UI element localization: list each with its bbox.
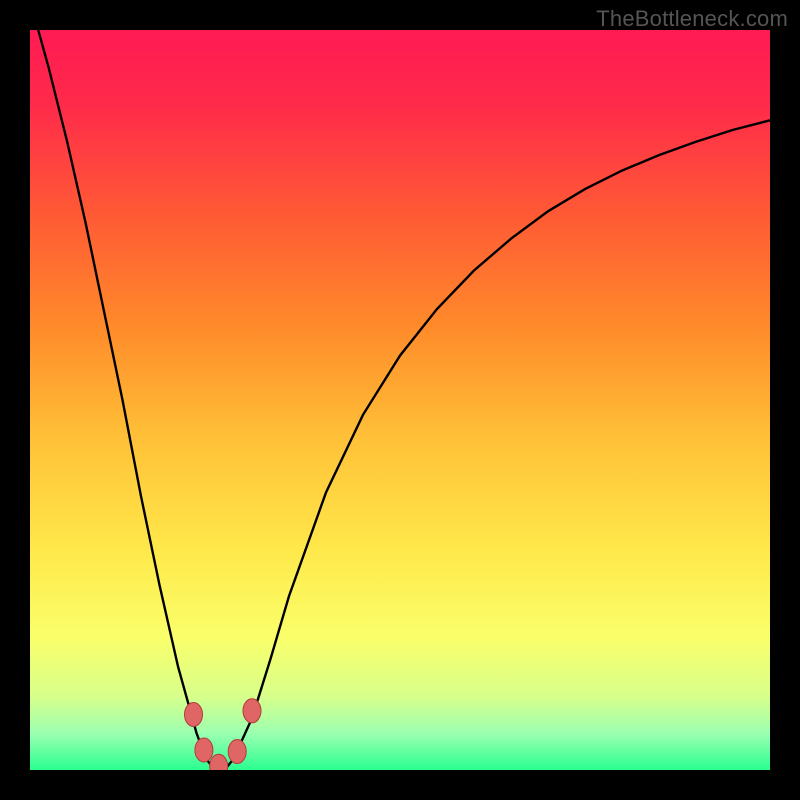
chart-frame: TheBottleneck.com — [0, 0, 800, 800]
marker-dot — [243, 699, 261, 723]
marker-dot — [195, 738, 213, 762]
watermark-text: TheBottleneck.com — [596, 6, 788, 32]
plot-area — [30, 30, 770, 770]
marker-dot — [228, 740, 246, 764]
marker-dot — [185, 703, 203, 727]
gradient-background — [30, 30, 770, 770]
chart-svg — [30, 30, 770, 770]
